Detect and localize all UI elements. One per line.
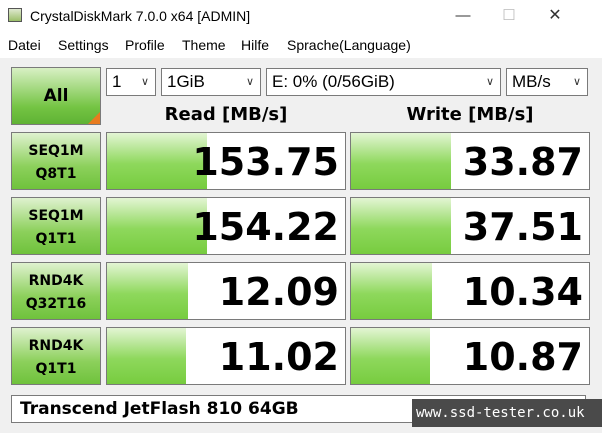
all-button[interactable]: All: [11, 67, 101, 125]
chevron-down-icon: ∨: [572, 76, 581, 88]
test-count-value: 1: [112, 72, 122, 91]
read-result-cell: 12.09: [106, 262, 346, 320]
watermark: www.ssd-tester.co.uk: [412, 399, 602, 427]
seq1m-q8t1-button[interactable]: SEQ1M Q8T1: [11, 132, 101, 190]
write-value: 37.51: [462, 205, 583, 249]
menu-language[interactable]: Sprache(Language): [287, 37, 411, 53]
test-size-select[interactable]: 1GiB ∨: [161, 68, 261, 96]
test-name: RND4K: [28, 273, 84, 289]
write-result-cell: 37.51: [350, 197, 590, 255]
write-value: 33.87: [462, 140, 583, 184]
test-params: Q32T16: [25, 296, 87, 312]
menu-bar: Datei Settings Profile Theme Hilfe Sprac…: [0, 34, 602, 56]
write-result-cell: 10.87: [350, 327, 590, 385]
corner-marker: [88, 112, 100, 124]
all-button-label: All: [43, 86, 69, 106]
read-bar: [107, 263, 188, 319]
title-bar: CrystalDiskMark 7.0.0 x64 [ADMIN] — ☐ ✕: [0, 0, 602, 32]
rnd4k-q32t16-button[interactable]: RND4K Q32T16: [11, 262, 101, 320]
test-size-value: 1GiB: [167, 72, 205, 91]
test-name: RND4K: [28, 338, 84, 354]
test-params: Q1T1: [35, 361, 77, 377]
chevron-down-icon: ∨: [140, 76, 149, 88]
read-value: 12.09: [218, 270, 339, 314]
chevron-down-icon: ∨: [485, 76, 494, 88]
write-header: Write [MB/s]: [406, 104, 534, 125]
write-bar: [351, 198, 451, 254]
test-params: Q1T1: [35, 231, 77, 247]
write-result-cell: 33.87: [350, 132, 590, 190]
read-result-cell: 153.75: [106, 132, 346, 190]
write-bar: [351, 328, 430, 384]
minimize-button[interactable]: —: [440, 0, 486, 32]
app-icon: [8, 8, 22, 22]
write-bar: [351, 263, 432, 319]
drive-select[interactable]: E: 0% (0/56GiB) ∨: [266, 68, 501, 96]
window-title: CrystalDiskMark 7.0.0 x64 [ADMIN]: [30, 8, 251, 24]
unit-select[interactable]: MB/s ∨: [506, 68, 588, 96]
seq1m-q1t1-button[interactable]: SEQ1M Q1T1: [11, 197, 101, 255]
test-name: SEQ1M: [28, 143, 84, 159]
write-value: 10.34: [462, 270, 583, 314]
menu-profile[interactable]: Profile: [125, 37, 165, 53]
menu-theme[interactable]: Theme: [182, 37, 226, 53]
maximize-button[interactable]: ☐: [486, 0, 532, 32]
read-header: Read [MB/s]: [164, 104, 288, 125]
test-count-select[interactable]: 1 ∨: [106, 68, 156, 96]
read-result-cell: 154.22: [106, 197, 346, 255]
rnd4k-q1t1-button[interactable]: RND4K Q1T1: [11, 327, 101, 385]
write-result-cell: 10.34: [350, 262, 590, 320]
read-bar: [107, 328, 186, 384]
read-value: 153.75: [192, 140, 339, 184]
write-bar: [351, 133, 451, 189]
close-button[interactable]: ✕: [532, 0, 578, 32]
menu-hilfe[interactable]: Hilfe: [241, 37, 269, 53]
menu-datei[interactable]: Datei: [8, 37, 41, 53]
read-value: 11.02: [218, 335, 339, 379]
drive-value: E: 0% (0/56GiB): [272, 72, 395, 91]
chevron-down-icon: ∨: [245, 76, 254, 88]
test-params: Q8T1: [35, 166, 77, 182]
write-value: 10.87: [462, 335, 583, 379]
menu-settings[interactable]: Settings: [58, 37, 109, 53]
test-name: SEQ1M: [28, 208, 84, 224]
read-value: 154.22: [192, 205, 339, 249]
main-panel: All 1 ∨ 1GiB ∨ E: 0% (0/56GiB) ∨ MB/s ∨ …: [0, 58, 602, 433]
unit-value: MB/s: [512, 72, 551, 91]
read-result-cell: 11.02: [106, 327, 346, 385]
